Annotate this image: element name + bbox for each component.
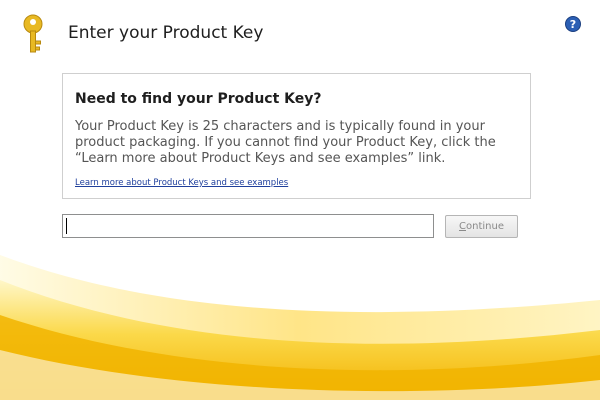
continue-button[interactable]: Continue xyxy=(445,215,518,238)
continue-button-label: ontinue xyxy=(466,221,504,232)
dialog-title: Enter your Product Key xyxy=(68,23,264,43)
help-icon[interactable]: ? xyxy=(565,16,581,32)
product-key-input[interactable] xyxy=(62,214,434,238)
key-icon xyxy=(23,14,43,53)
info-box: Need to find your Product Key? Your Prod… xyxy=(62,73,531,199)
product-key-dialog: Enter your Product Key ? Need to find yo… xyxy=(0,0,600,400)
continue-button-accesskey: C xyxy=(459,221,466,232)
text-caret xyxy=(66,218,67,234)
learn-more-link[interactable]: Learn more about Product Keys and see ex… xyxy=(75,178,288,188)
info-heading: Need to find your Product Key? xyxy=(75,91,322,107)
background-swoosh xyxy=(0,255,600,400)
help-glyph: ? xyxy=(570,18,576,31)
info-body-text: Your Product Key is 25 characters and is… xyxy=(75,119,496,166)
